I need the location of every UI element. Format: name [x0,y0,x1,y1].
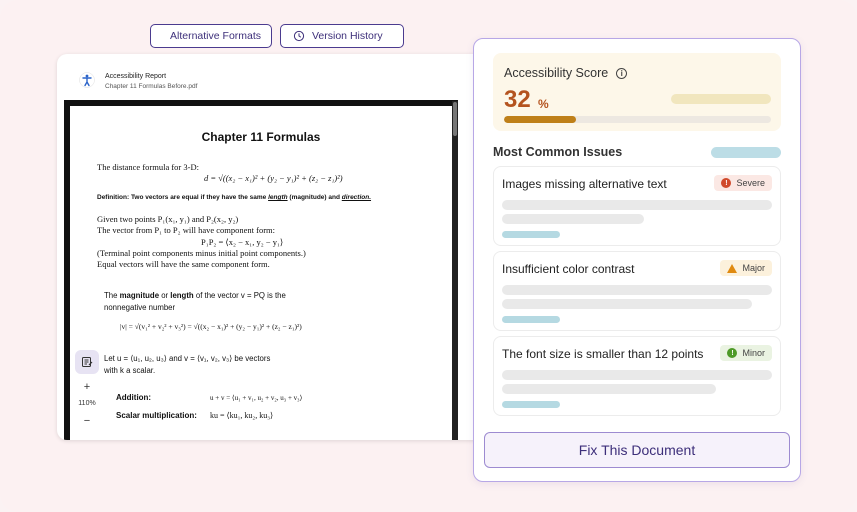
doc-formula: u + v = ⟨u₁ + v₁, u₂ + v₂, u₃ + v₃⟩ [210,394,303,402]
doc-line: with k a scalar. [104,366,156,375]
doc-formula: |v| = √(v₁² + v₂² + v₃²) = √((x₂ − x₁)² … [120,322,302,331]
doc-line: Equal vectors will have the same compone… [97,259,270,269]
document-scrollbar[interactable] [452,101,458,440]
fix-document-button[interactable]: Fix This Document [484,432,790,468]
warning-triangle-icon [727,263,738,273]
skeleton-line [502,214,644,224]
skeleton-line [502,200,772,210]
zoom-in-button[interactable]: + [84,380,90,394]
alert-circle-icon: ! [727,348,738,358]
doc-formula: P₁P₂ = ⟨x₂ − x₁, y₂ − y₁⟩ [201,237,284,247]
doc-formula: ku = ⟨ku₁, ku₂, ku₃⟩ [210,411,274,420]
severity-label: Major [742,263,765,273]
doc-text-bold: magnitude [119,291,160,300]
score-progress-fill [504,116,577,123]
skeleton-line [502,285,772,295]
skeleton-line [502,299,752,309]
skeleton-tag [502,401,560,408]
doc-line: nonnegative number [104,303,176,312]
scrollbar-thumb[interactable] [453,102,457,136]
document-frame: Chapter 11 Formulas The distance formula… [64,100,458,440]
alternative-formats-label: Alternative Formats [170,30,262,42]
severity-badge-minor: ! Minor [720,345,772,361]
annotation-tool-button[interactable] [75,350,99,374]
doc-addition-label: Addition: [116,393,152,402]
doc-text-bold: length [170,291,194,300]
issue-card-alt-text[interactable]: Images missing alternative text ! Severe [493,166,781,246]
def-length: length [268,194,288,201]
issue-title: The font size is smaller than 12 points [502,347,704,361]
issue-card-font-size[interactable]: The font size is smaller than 12 points … [493,336,781,416]
skeleton-tag [502,316,560,323]
skeleton-tag [502,231,560,238]
doc-line: Given two points P₁(x₁, y₁) and P₂(x₂, y… [97,214,239,224]
score-placeholder [671,94,771,104]
doc-line: The vector from P₁ to P₂ will have compo… [97,225,276,235]
doc-line: (Terminal point components minus initial… [97,248,306,258]
def-direction: direction. [341,194,372,201]
score-value: 32 [504,86,531,113]
severity-label: Severe [736,178,765,188]
zoom-out-button[interactable]: − [84,414,90,428]
doc-text: or [159,291,171,300]
stage: Alternative Formats Version History Acce… [0,0,857,512]
issue-card-contrast[interactable]: Insufficient color contrast Major [493,251,781,331]
viewer-header: Accessibility Report Chapter 11 Formulas… [79,72,197,92]
score-card: Accessibility Score i 32 % [493,53,781,131]
doc-text: The [104,291,120,300]
doc-line: The magnitude or length of the vector v … [104,291,286,301]
clock-history-icon [293,30,305,42]
document-heading: Chapter 11 Formulas [201,130,321,144]
def-prefix: Definition: Two vectors are equal if the… [97,194,269,201]
doc-line: The distance formula for 3-D: [97,162,199,172]
doc-scalar-label: Scalar multiplication: [116,411,197,420]
severity-badge-major: Major [720,260,772,276]
zoom-control: + 110% − [72,378,102,430]
alternative-formats-button[interactable]: Alternative Formats [150,24,272,48]
note-edit-icon [82,357,93,367]
skeleton-line [502,384,716,394]
severity-label: Minor [742,348,765,358]
score-unit: % [538,97,549,111]
document-viewer: Accessibility Report Chapter 11 Formulas… [57,54,497,440]
skeleton-line [502,370,772,380]
issues-title: Most Common Issues [493,145,623,159]
zoom-level: 110% [78,400,96,407]
issue-title: Insufficient color contrast [502,262,635,276]
issues-placeholder [711,147,781,158]
doc-text: of the vector v = PQ is the [193,291,286,300]
score-progress-track [504,116,771,123]
score-label-row: Accessibility Score i [504,66,628,80]
accessibility-icon [79,72,95,88]
doc-formula: d = √((x₂ − x₁)² + (y₂ − y₁)² + (z₂ − z₁… [204,173,343,183]
def-mid: (magnitude) and [287,194,342,201]
issue-title: Images missing alternative text [502,177,667,191]
document-page[interactable]: Chapter 11 Formulas The distance formula… [70,106,452,440]
version-history-button[interactable]: Version History [280,24,404,48]
viewer-filename: Chapter 11 Formulas Before.pdf [105,83,198,90]
severity-badge-severe: ! Severe [714,175,772,191]
score-label: Accessibility Score [504,66,609,80]
doc-definition: Definition: Two vectors are equal if the… [97,193,371,203]
info-icon[interactable]: i [616,67,628,79]
accessibility-panel: Accessibility Score i 32 % Most Common I… [473,38,801,482]
version-history-label: Version History [312,30,383,42]
doc-line: Let u = ⟨u₁, u₂, u₃⟩ and v = ⟨v₁, v₂, v₃… [104,354,271,363]
alert-circle-icon: ! [721,178,732,188]
viewer-title: Accessibility Report [105,73,167,80]
